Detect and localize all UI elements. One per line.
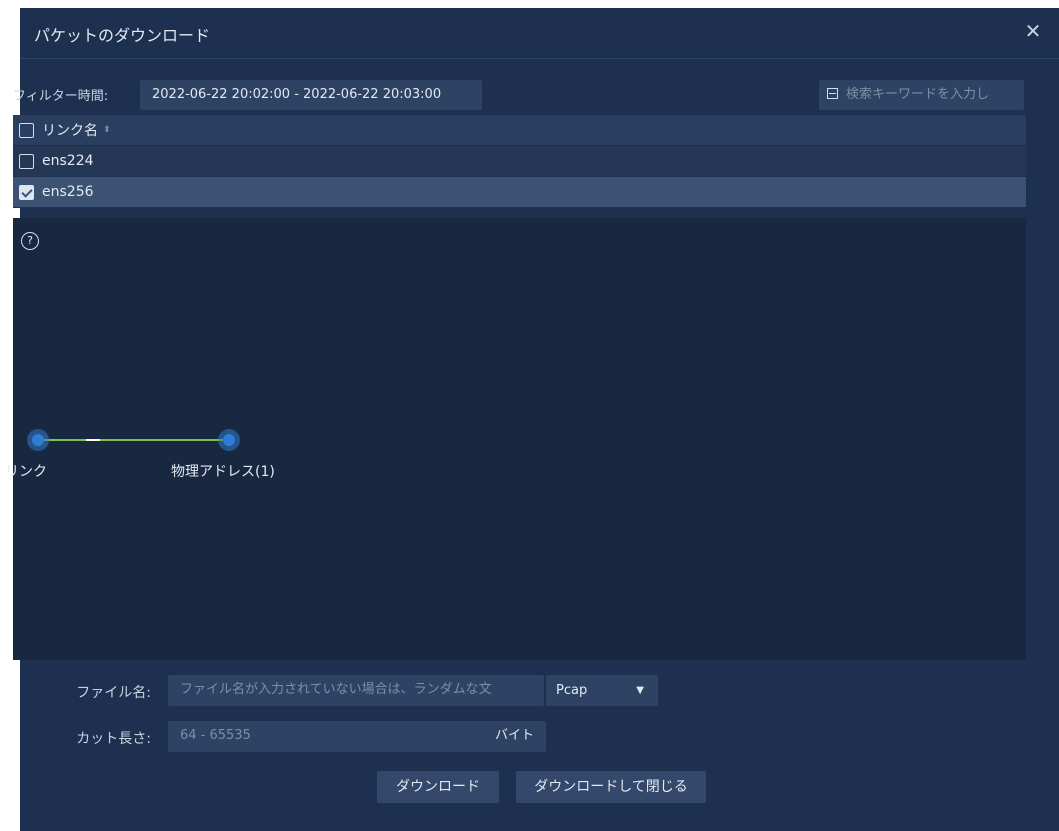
column-header-link-name: リンク名 bbox=[42, 123, 98, 139]
graph-node-label: リンク bbox=[5, 464, 47, 480]
close-icon[interactable]: ✕ bbox=[1021, 19, 1045, 43]
row-checkbox[interactable] bbox=[19, 153, 34, 169]
table-header: リンク名 ⬍ bbox=[13, 115, 1026, 146]
graph-edge-marker bbox=[86, 439, 100, 441]
help-icon[interactable]: ? bbox=[21, 232, 39, 250]
select-all-checkbox[interactable] bbox=[19, 122, 34, 138]
filename-label: ファイル名: bbox=[76, 685, 151, 701]
search-placeholder: 検索キーワードを入力し bbox=[846, 87, 990, 102]
link-table: リンク名 ⬍ ens224 ens256 bbox=[13, 115, 1026, 208]
download-button[interactable]: ダウンロード bbox=[377, 771, 499, 803]
cut-length-input[interactable]: 64 - 65535 バイト bbox=[168, 721, 546, 752]
dialog-title: パケットのダウンロード bbox=[34, 26, 211, 45]
graph-edge bbox=[38, 439, 230, 441]
chevron-down-icon: ▼ bbox=[636, 685, 644, 696]
format-select[interactable]: Pcap ▼ bbox=[546, 675, 658, 706]
link-name: ens256 bbox=[42, 184, 94, 200]
search-input[interactable]: 検索キーワードを入力し bbox=[819, 80, 1024, 110]
cut-length-placeholder: 64 - 65535 bbox=[180, 728, 251, 743]
table-row[interactable]: ens224 bbox=[13, 146, 1026, 177]
graph-node-physical-address[interactable] bbox=[218, 429, 240, 451]
link-name: ens224 bbox=[42, 153, 94, 169]
graph-node-link[interactable] bbox=[27, 429, 49, 451]
cut-length-unit: バイト bbox=[494, 728, 534, 743]
table-row[interactable]: ens256 bbox=[13, 177, 1026, 208]
dialog-title-bar: パケットのダウンロード ✕ bbox=[20, 8, 1059, 59]
graph-node-label: 物理アドレス(1) bbox=[171, 464, 275, 480]
filter-time-range[interactable]: 2022-06-22 20:02:00 - 2022-06-22 20:03:0… bbox=[140, 80, 482, 110]
cut-length-label: カット長さ: bbox=[76, 731, 151, 747]
row-checkbox[interactable] bbox=[19, 184, 34, 200]
filename-input[interactable]: ファイル名が入力されていない場合は、ランダムな文 bbox=[168, 675, 544, 706]
download-and-close-button[interactable]: ダウンロードして閉じる bbox=[516, 771, 706, 803]
topology-graph[interactable]: ? リンク 物理アドレス(1) bbox=[5, 218, 1026, 660]
filter-time-label: フィルター時間: bbox=[13, 89, 109, 104]
sort-icon[interactable]: ⬍ bbox=[103, 125, 111, 135]
collapse-icon bbox=[827, 88, 838, 99]
format-value: Pcap bbox=[556, 683, 588, 698]
